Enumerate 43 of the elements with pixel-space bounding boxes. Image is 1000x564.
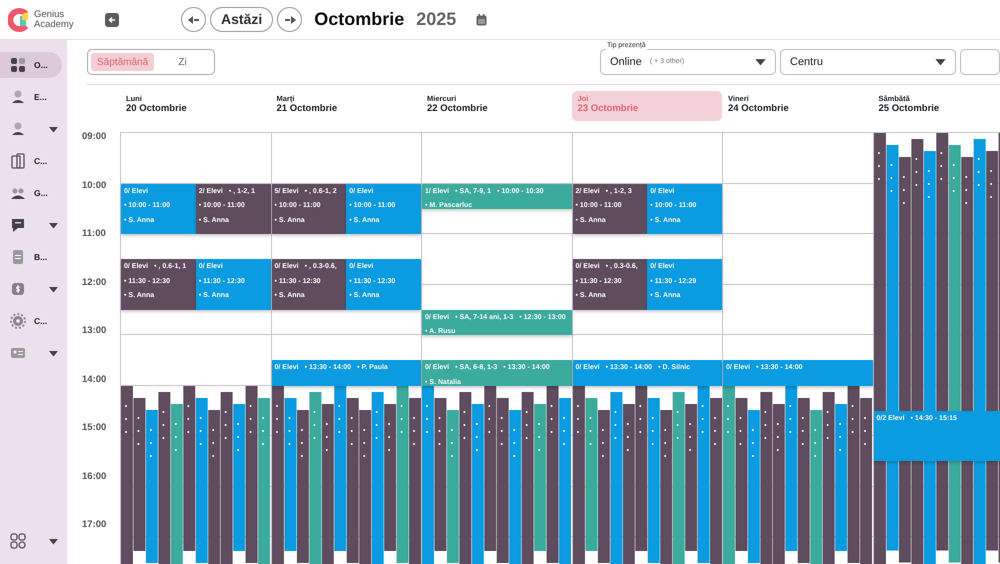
arrow-left-icon bbox=[108, 16, 116, 24]
time-label: 16:00 bbox=[82, 470, 106, 482]
year-title: 2025 bbox=[416, 8, 456, 31]
sidebar-item[interactable]: G... bbox=[0, 180, 62, 206]
view-tab[interactable]: Zi bbox=[154, 53, 211, 71]
sidebar-item[interactable]: C... bbox=[0, 148, 62, 174]
sidebar-item[interactable]: O... bbox=[0, 52, 62, 78]
time-label: 14:00 bbox=[82, 374, 106, 384]
calendar-icon[interactable] bbox=[476, 14, 488, 26]
brand-name: Academy bbox=[34, 20, 74, 30]
logo-icon bbox=[8, 8, 30, 32]
brand-name: Genius bbox=[34, 10, 66, 20]
time-label: 13:00 bbox=[82, 325, 106, 336]
time-label: 10:00 bbox=[82, 180, 106, 190]
settings-icon bbox=[10, 313, 26, 329]
previous-button[interactable] bbox=[181, 7, 206, 32]
document-icon bbox=[10, 249, 26, 265]
next-button[interactable] bbox=[277, 7, 302, 32]
today-button[interactable]: Astăzi bbox=[210, 7, 274, 32]
sidebar-item[interactable]: E... bbox=[0, 84, 62, 110]
select-field[interactable]: Centru bbox=[780, 49, 956, 75]
chat-icon bbox=[10, 217, 26, 233]
time-label: 09:00 bbox=[82, 131, 106, 142]
building-icon bbox=[10, 153, 26, 169]
time-label: 11:00 bbox=[82, 228, 106, 239]
sidebar-item[interactable]: B... bbox=[0, 244, 62, 270]
person-icon bbox=[10, 121, 26, 137]
id-card-icon bbox=[10, 345, 26, 361]
arrow-left-icon bbox=[186, 14, 200, 24]
caret-icon bbox=[935, 58, 946, 66]
time-label: 12:00 bbox=[82, 276, 106, 288]
apps-icon bbox=[10, 533, 26, 549]
person-icon bbox=[10, 89, 26, 105]
caret-icon bbox=[755, 58, 766, 66]
collapse-button[interactable] bbox=[105, 12, 119, 26]
time-label: 15:00 bbox=[82, 422, 106, 433]
grid-icon bbox=[10, 57, 26, 73]
sidebar-item[interactable]: C... bbox=[0, 308, 62, 334]
select-field[interactable] bbox=[960, 49, 1000, 75]
time-label: 17:00 bbox=[82, 519, 106, 530]
month-title: Octombrie bbox=[314, 8, 404, 31]
dollar-icon bbox=[10, 281, 26, 297]
arrow-right-icon bbox=[282, 14, 297, 24]
